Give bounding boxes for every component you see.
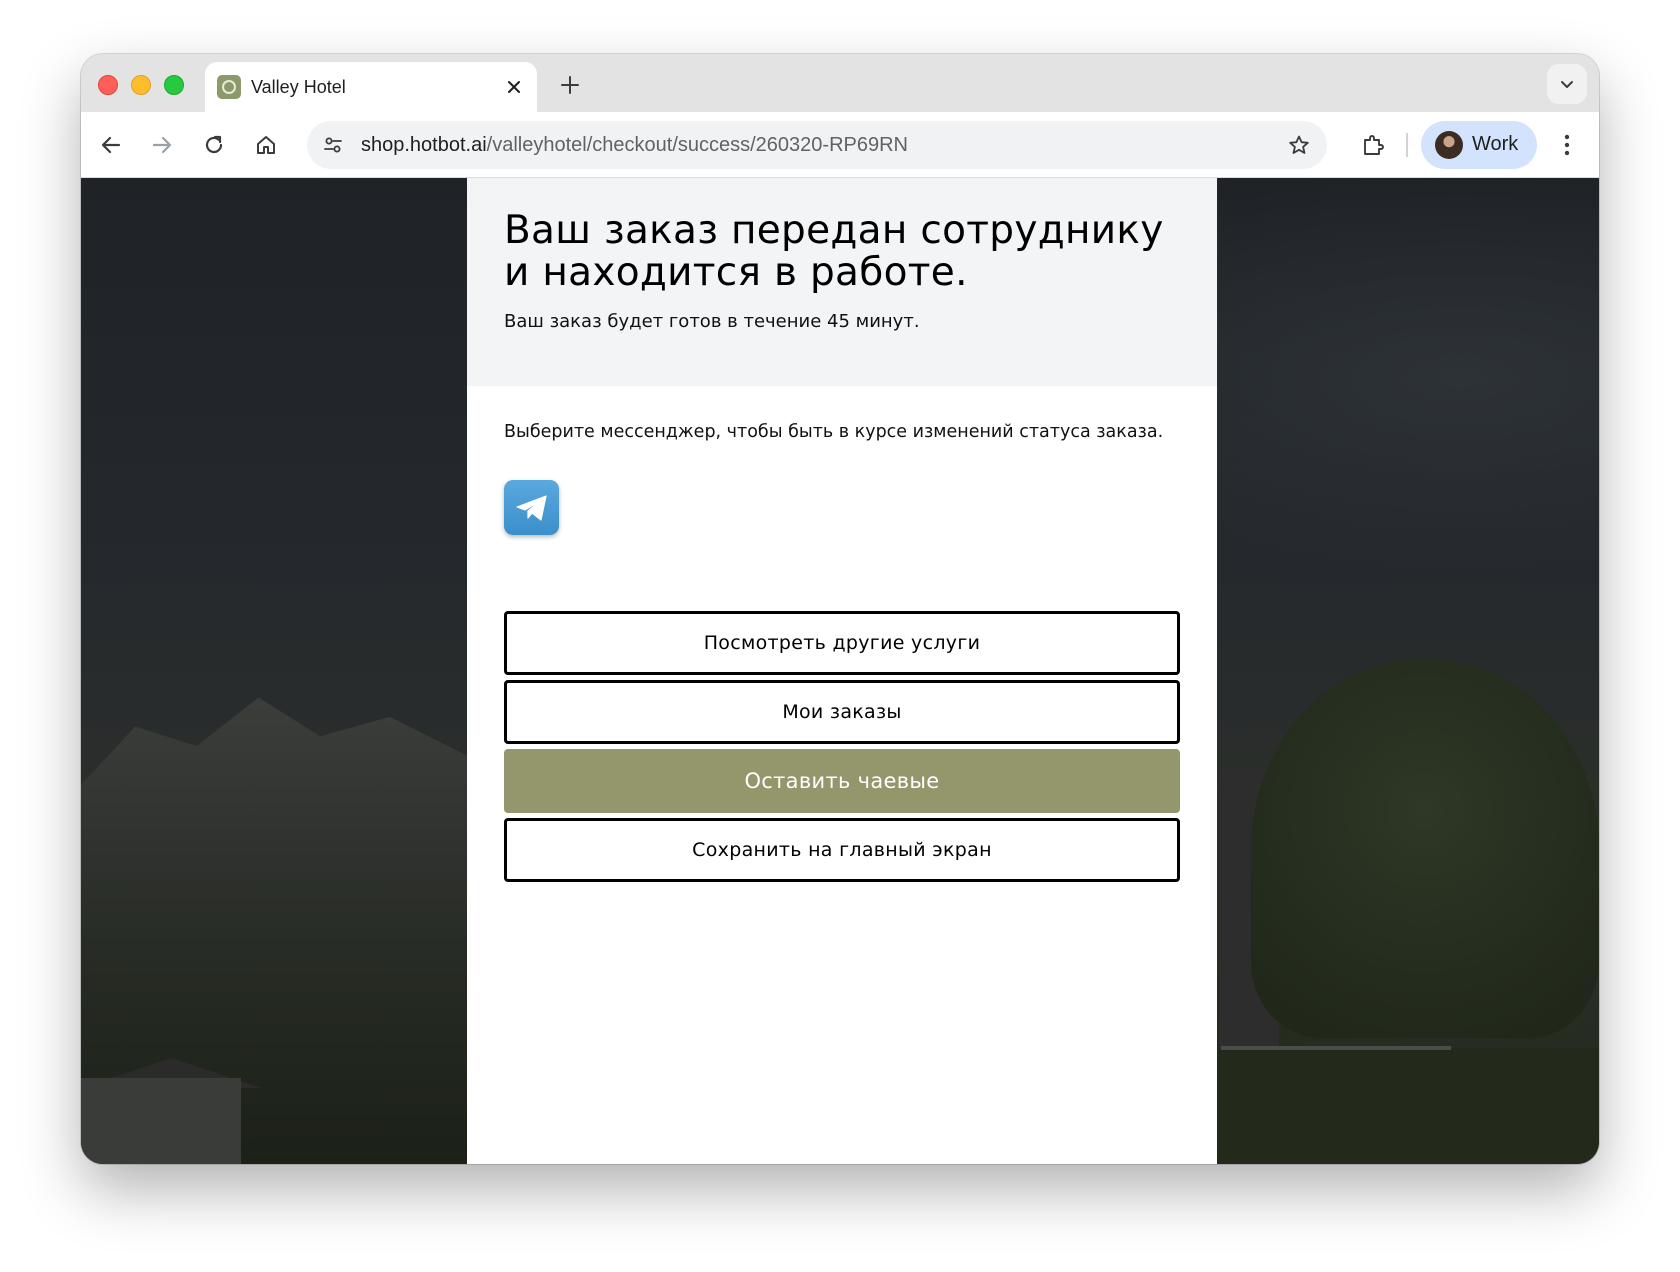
forward-arrow-icon[interactable] [144,127,180,163]
browser-window: Valley Hotel shop.hotbot.ai/valleyhotel/… [81,54,1599,1164]
more-menu-icon[interactable] [1549,127,1585,163]
tab-valley-hotel[interactable]: Valley Hotel [205,62,537,112]
background-lawn [1217,1048,1599,1164]
tab-search-chevron-down-icon[interactable] [1547,64,1587,104]
telegram-button[interactable] [504,480,559,535]
home-icon[interactable] [248,127,284,163]
messenger-prompt: Выберите мессенджер, чтобы быть в курсе … [504,422,1164,442]
bookmark-star-icon[interactable] [1285,131,1313,159]
url-path: /valleyhotel/checkout/success/260320-RP6… [486,134,908,156]
maximize-window-button[interactable] [164,75,184,95]
site-info-tune-icon[interactable] [319,131,347,159]
new-tab-icon[interactable] [555,70,585,100]
background-tree [1251,658,1599,1038]
avatar [1435,131,1463,159]
save-to-home-screen-button[interactable]: Сохранить на главный экран [504,818,1180,882]
close-window-button[interactable] [98,75,118,95]
url-text[interactable]: shop.hotbot.ai/valleyhotel/checkout/succ… [361,134,908,157]
close-tab-icon[interactable] [501,74,527,100]
browser-toolbar: shop.hotbot.ai/valleyhotel/checkout/succ… [81,112,1599,178]
tab-title: Valley Hotel [251,77,346,97]
minimize-window-button[interactable] [131,75,151,95]
address-bar[interactable]: shop.hotbot.ai/valleyhotel/checkout/succ… [307,121,1327,169]
order-success-panel: Ваш заказ передан сотруднику и находится… [467,178,1217,1164]
background-fence [1221,1046,1451,1050]
success-header: Ваш заказ передан сотруднику и находится… [467,178,1217,386]
tab-strip: Valley Hotel [81,54,1599,112]
back-arrow-icon[interactable] [93,127,129,163]
url-host: shop.hotbot.ai [361,134,487,156]
reload-icon[interactable] [196,127,232,163]
telegram-icon [515,494,547,521]
background-house [81,1078,241,1164]
ready-time-text: Ваш заказ будет готов в течение 45 минут… [504,311,920,332]
other-services-button[interactable]: Посмотреть другие услуги [504,611,1180,675]
extensions-puzzle-icon[interactable] [1355,127,1391,163]
hotel-favicon-icon [217,75,241,99]
toolbar-divider [1406,133,1408,157]
my-orders-button[interactable]: Мои заказы [504,680,1180,744]
page-viewport: Ваш заказ передан сотруднику и находится… [81,178,1599,1164]
profile-label: Work [1472,133,1519,155]
page-title: Ваш заказ передан сотруднику и находится… [504,208,1164,295]
leave-tip-button[interactable]: Оставить чаевые [504,749,1180,813]
profile-button[interactable]: Work [1421,121,1537,169]
